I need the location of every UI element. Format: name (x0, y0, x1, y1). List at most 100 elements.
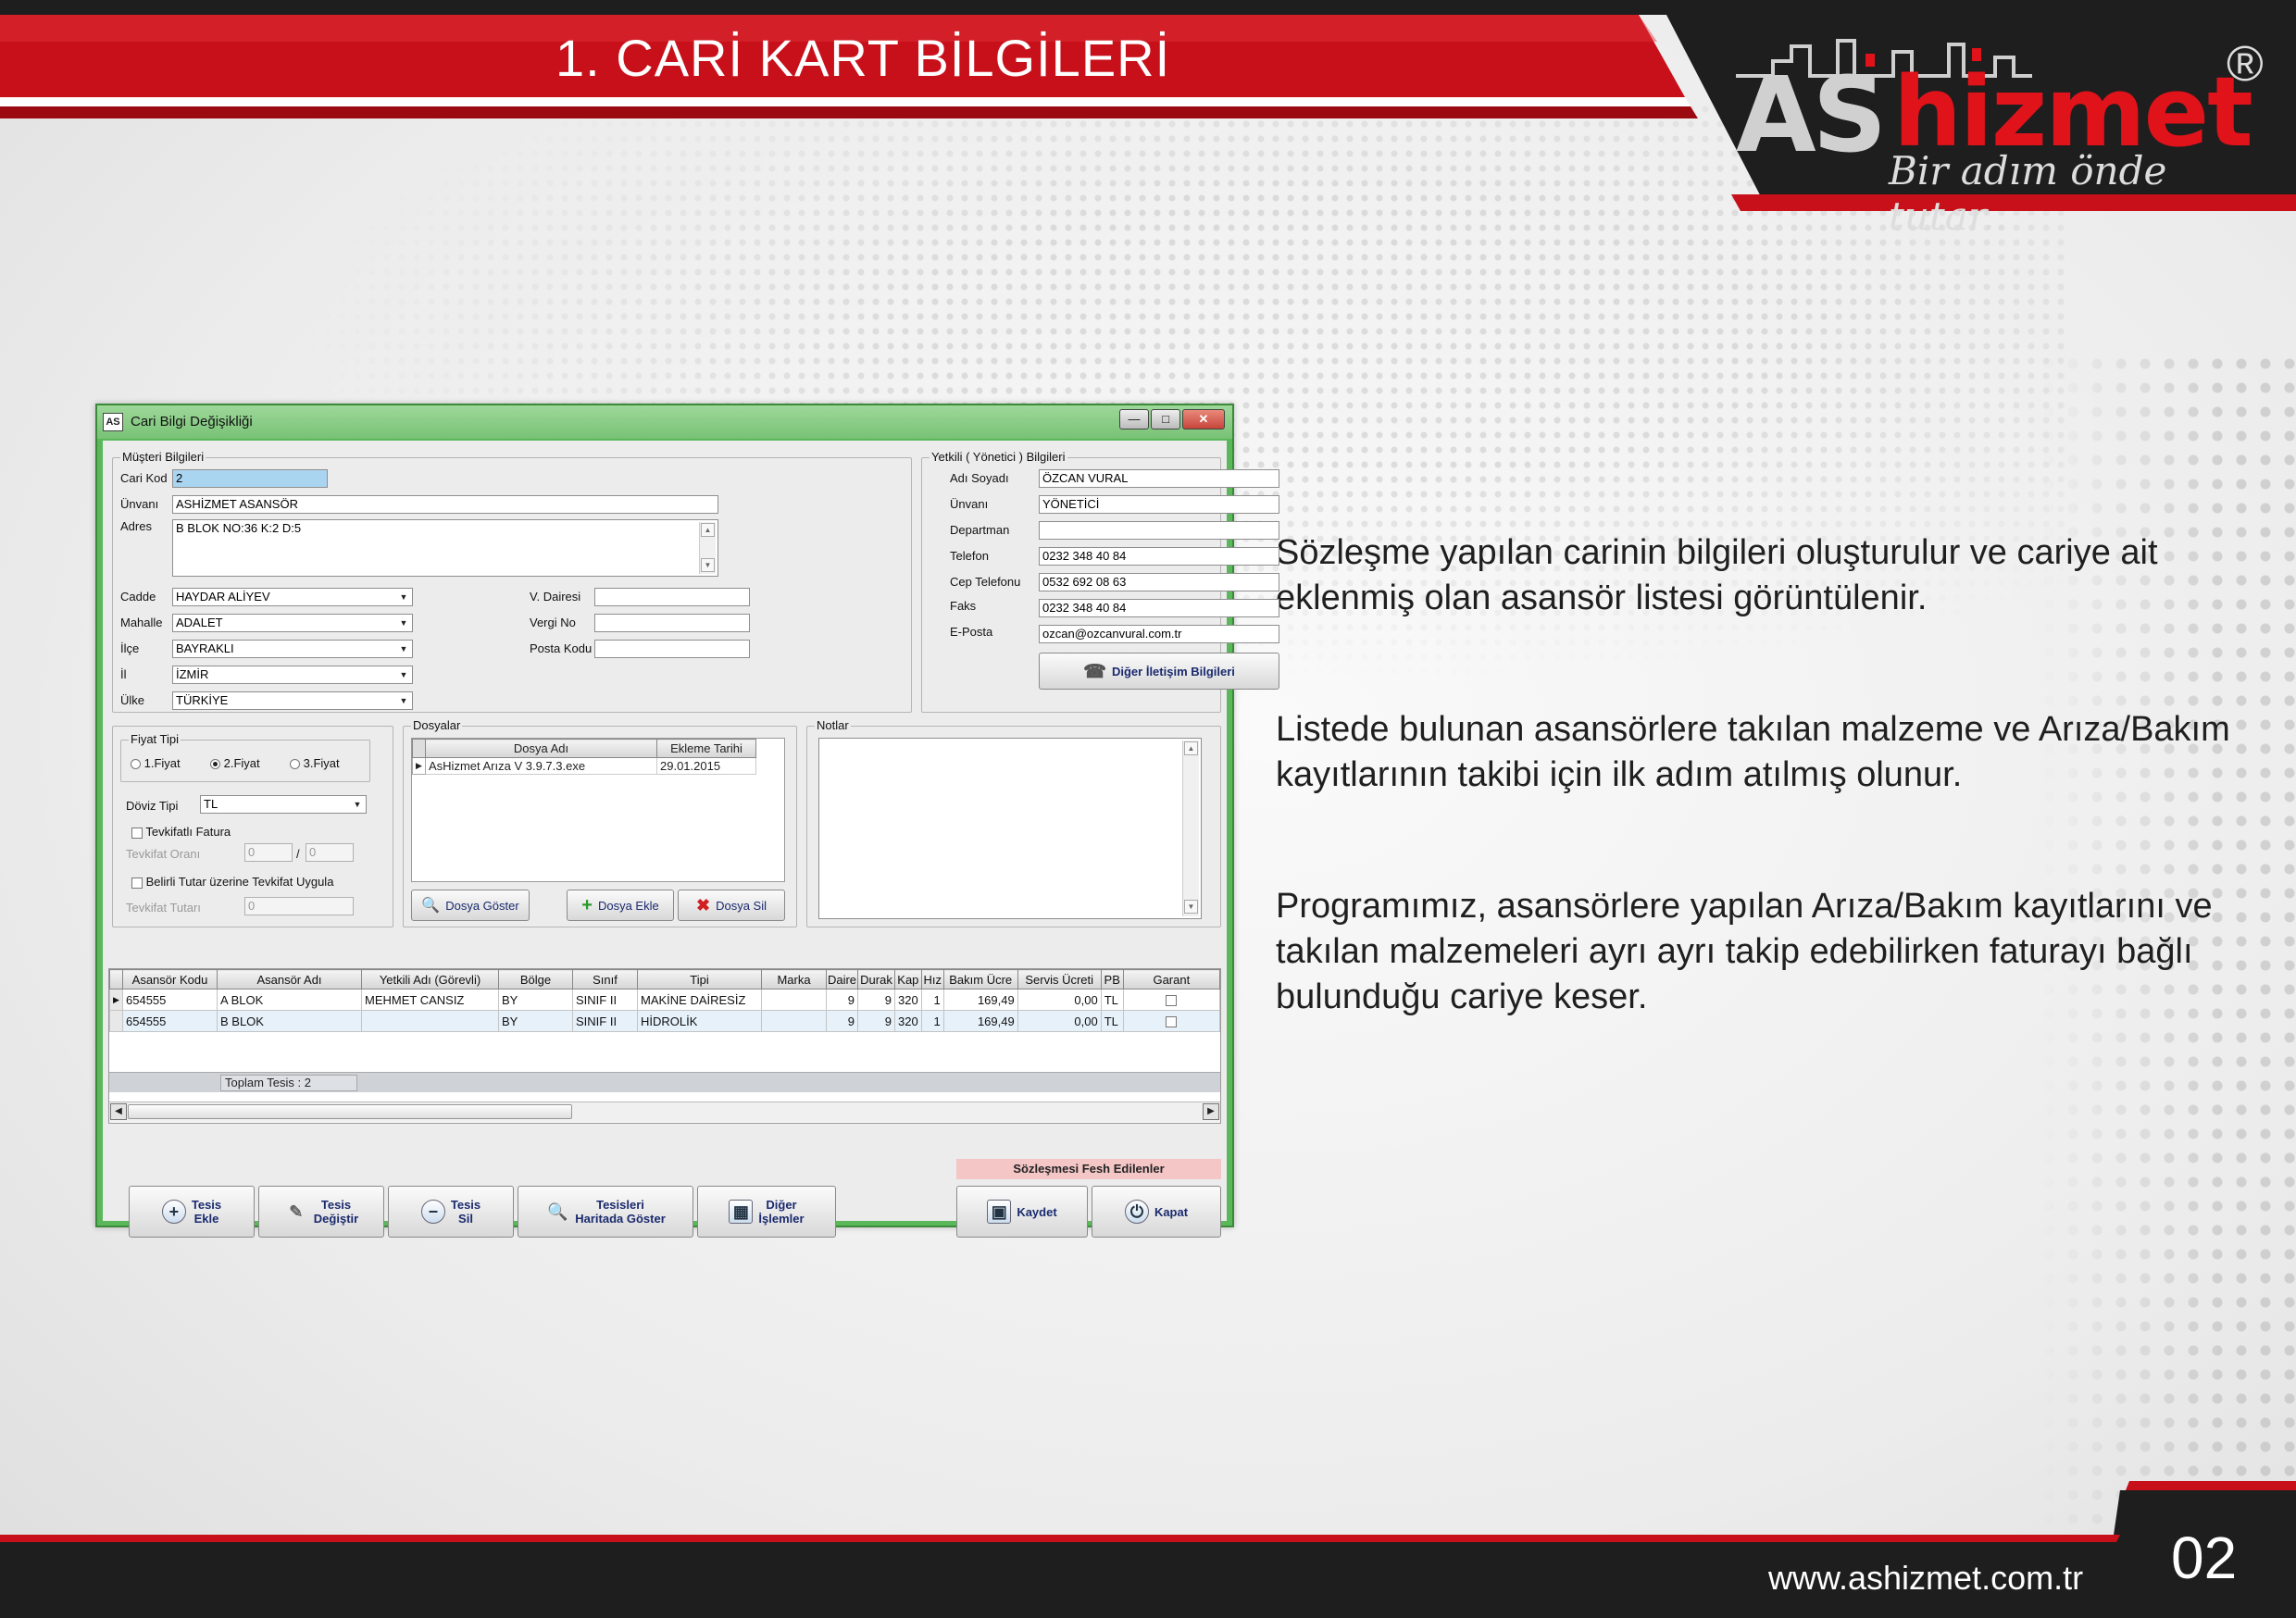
scroll-right-icon[interactable]: ▶ (1203, 1103, 1219, 1120)
doviz-value: TL (204, 797, 218, 811)
kapat-label: Kapat (1154, 1204, 1189, 1219)
doviz-select[interactable]: TL ▼ (200, 795, 367, 814)
garanti-checkbox[interactable] (1122, 1010, 1221, 1032)
page-number: 02 (2171, 1525, 2238, 1591)
grid-header-yetkili[interactable]: Yetkili Adı (Görevli) (361, 969, 499, 989)
grid-header-servis-ucreti[interactable]: Servis Ücreti (1017, 969, 1102, 989)
grid-header-kap[interactable]: Kap (894, 969, 922, 989)
ilce-select[interactable]: BAYRAKLI ▼ (172, 640, 413, 658)
yetkili-bilgileri-group: Yetkili ( Yönetici ) Bilgileri Adı Soyad… (921, 450, 1279, 713)
dosya-sil-label: Dosya Sil (716, 898, 767, 913)
grid-header-bakim-ucreti[interactable]: Bakım Ücre (942, 969, 1018, 989)
cadde-value: HAYDAR ALİYEV (176, 590, 270, 604)
unvan-field[interactable]: ASHİZMET ASANSÖR (172, 495, 718, 514)
grid-header-hiz[interactable]: Hız (920, 969, 944, 989)
tevkifat-orani-label: Tevkifat Oranı (126, 847, 201, 861)
scroll-down-icon[interactable]: ▼ (1184, 900, 1198, 914)
cari-bilgi-window: AS Cari Bilgi Değişikliği — □ ✕ Müşteri … (95, 404, 1279, 1238)
telefon-label: Telefon (950, 549, 989, 563)
mahalle-select[interactable]: ADALET ▼ (172, 614, 413, 632)
grid-header-garanti[interactable]: Garant (1122, 969, 1221, 989)
maximize-button[interactable]: □ (1151, 409, 1180, 429)
grid-header-asansor-adi[interactable]: Asansör Adı (217, 969, 362, 989)
grid-horizontal-scrollbar[interactable]: ◀ ▶ (109, 1101, 1220, 1122)
tevkifat-orani-1[interactable]: 0 (244, 843, 293, 862)
grid-header-pb[interactable]: PB (1100, 969, 1124, 989)
table-row[interactable]: 654555 B BLOK BY SINIF II HİDROLİK 9 9 3… (109, 1010, 1221, 1032)
fiyat-radio-2[interactable]: 2.Fiyat (210, 756, 260, 770)
footer-url[interactable]: www.ashizmet.com.tr (1768, 1559, 2083, 1598)
musteri-legend: Müşteri Bilgileri (120, 450, 206, 464)
logo-as: AS (1736, 56, 1887, 176)
tesis-ekle-button[interactable]: + Tesis Ekle (129, 1186, 255, 1238)
notlar-textarea[interactable]: ▲ ▼ (818, 738, 1202, 919)
notlar-scrollbar[interactable]: ▲ ▼ (1182, 741, 1199, 916)
haritada-goster-button[interactable]: 🔍 Tesisleri Haritada Göster (518, 1186, 693, 1238)
ulke-select[interactable]: TÜRKİYE ▼ (172, 691, 413, 710)
table-row[interactable]: ▶ 654555 A BLOK MEHMET CANSIZ BY SINIF I… (109, 989, 1221, 1011)
eposta-field[interactable]: ozcan@ozcanvural.com.tr (1039, 625, 1279, 643)
grid-header-durak[interactable]: Durak (857, 969, 895, 989)
window-titlebar[interactable]: AS Cari Bilgi Değişikliği — □ ✕ (97, 405, 1232, 439)
dosya-sil-button[interactable]: ✖ Dosya Sil (678, 890, 785, 921)
belirli-tutar-checkbox[interactable]: Belirli Tutar üzerine Tevkifat Uygula (131, 875, 333, 889)
kaydet-button[interactable]: ▣ Kaydet (956, 1186, 1088, 1238)
tevkifatli-fatura-checkbox[interactable]: Tevkifatlı Fatura (131, 825, 231, 839)
cell-durak: 9 (857, 989, 895, 1011)
fiyat-radio-1[interactable]: 1.Fiyat (131, 756, 181, 770)
ilce-value: BAYRAKLI (176, 641, 234, 655)
grid-header-bolge[interactable]: Bölge (498, 969, 573, 989)
asansor-grid[interactable]: Asansör Kodu Asansör Adı Yetkili Adı (Gö… (108, 968, 1221, 1124)
faks-field[interactable]: 0232 348 40 84 (1039, 599, 1279, 617)
grid-header-tipi[interactable]: Tipi (637, 969, 762, 989)
diger-islemler-button[interactable]: ▦ Diğer İşlemler (697, 1186, 836, 1238)
minimize-button[interactable]: — (1119, 409, 1149, 429)
tesis-sil-button[interactable]: − Tesis Sil (388, 1186, 514, 1238)
slide-header: 1. CARİ KART BİLGİLERİ AS hizmet ® Bir a… (0, 0, 2296, 239)
scroll-up-icon[interactable]: ▲ (701, 523, 715, 537)
dosya-ekle-button[interactable]: + Dosya Ekle (567, 890, 674, 921)
cari-kod-field[interactable]: 2 (172, 469, 328, 488)
departman-field[interactable] (1039, 521, 1279, 540)
fiyat-radio-3[interactable]: 3.Fiyat (290, 756, 340, 770)
dosyalar-list[interactable]: Dosya Adı Ekleme Tarihi ▶ AsHizmet Arıza… (411, 738, 785, 882)
departman-label: Departman (950, 523, 1010, 537)
scroll-down-icon[interactable]: ▼ (701, 558, 715, 572)
app-icon: AS (103, 413, 123, 431)
cell-sinif: SINIF II (572, 1010, 638, 1032)
vergi-dairesi-field[interactable] (594, 588, 750, 606)
adi-soyadi-field[interactable]: ÖZCAN VURAL (1039, 469, 1279, 488)
grid-header-sinif[interactable]: Sınıf (572, 969, 638, 989)
scroll-up-icon[interactable]: ▲ (1184, 741, 1198, 755)
fiyat-tipi-legend: Fiyat Tipi (129, 732, 181, 746)
notlar-legend: Notlar (815, 718, 851, 732)
kapat-button[interactable]: ⏻ Kapat (1092, 1186, 1221, 1238)
cadde-select[interactable]: HAYDAR ALİYEV ▼ (172, 588, 413, 606)
ekleme-tarihi-header[interactable]: Ekleme Tarihi (656, 739, 756, 758)
dosya-adi-header[interactable]: Dosya Adı (425, 739, 657, 758)
cep-field[interactable]: 0532 692 08 63 (1039, 573, 1279, 591)
il-select[interactable]: İZMİR ▼ (172, 666, 413, 684)
cell-pb: TL (1100, 1010, 1124, 1032)
dosya-goster-button[interactable]: 🔍 Dosya Göster (411, 890, 530, 921)
scroll-thumb[interactable] (128, 1104, 572, 1119)
grid-header-marka[interactable]: Marka (761, 969, 827, 989)
garanti-checkbox[interactable] (1122, 989, 1221, 1011)
tevkifat-tutari-field[interactable]: 0 (244, 897, 354, 915)
diger-iletisim-button[interactable]: ☎ Diğer İletişim Bilgileri (1039, 653, 1279, 690)
telefon-field[interactable]: 0232 348 40 84 (1039, 547, 1279, 566)
adres-scrollbar[interactable]: ▲ ▼ (699, 522, 716, 574)
fesh-edilenler-label[interactable]: Sözleşmesi Fesh Edilenler (956, 1159, 1221, 1179)
tesis-degistir-button[interactable]: ✎ Tesis Değiştir (258, 1186, 384, 1238)
grid-header-daire[interactable]: Daire (826, 969, 858, 989)
posta-kodu-field[interactable] (594, 640, 750, 658)
scroll-left-icon[interactable]: ◀ (110, 1103, 127, 1120)
adres-field[interactable]: B BLOK NO:36 K:2 D:5 ▲ ▼ (172, 519, 718, 577)
tevkifat-orani-2[interactable]: 0 (306, 843, 354, 862)
close-button[interactable]: ✕ (1182, 409, 1225, 429)
dosya-row[interactable]: ▶ AsHizmet Arıza V 3.9.7.3.exe 29.01.201… (412, 757, 756, 775)
yetkili-unvan-field[interactable]: YÖNETİCİ (1039, 495, 1279, 514)
chevron-down-icon: ▼ (399, 644, 408, 653)
grid-header-asansor-kodu[interactable]: Asansör Kodu (122, 969, 218, 989)
vergi-no-field[interactable] (594, 614, 750, 632)
